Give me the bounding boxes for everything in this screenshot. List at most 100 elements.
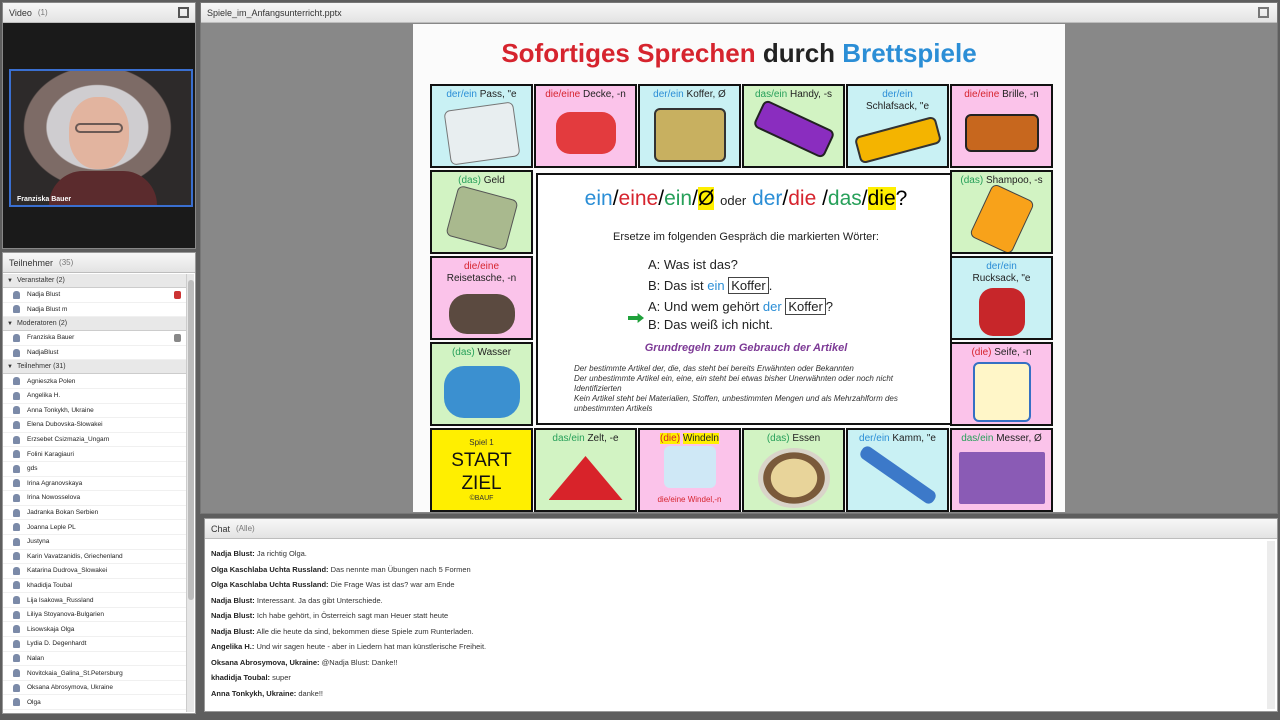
cell-noun: Reisetasche, -n bbox=[446, 273, 517, 284]
attendee-name: Jadranka Bokan Serbien bbox=[27, 509, 99, 517]
attendee-row[interactable]: Folini Karagiauri bbox=[3, 447, 187, 462]
cell-article: die/eine bbox=[463, 261, 500, 272]
attendee-name: Anna Tonkykh, Ukraine bbox=[27, 406, 94, 414]
rule-2: Der unbestimmte Artikel ein, eine, ein s… bbox=[574, 374, 893, 393]
fullscreen-icon[interactable] bbox=[178, 7, 189, 18]
attendee-row[interactable]: Katarina Dudrova_Slowakei bbox=[3, 564, 187, 579]
attendee-name: Agnieszka Polen bbox=[27, 377, 76, 385]
chat-sender: Nadja Blust: bbox=[211, 626, 255, 636]
chat-text: Die Frage Was ist das? war am Ende bbox=[330, 580, 455, 589]
attendee-list[interactable]: ▼ Veranstalter (2) Nadja Blust Nadja Blus… bbox=[3, 274, 187, 715]
attendees-pod-title: Teilnehmer (35) bbox=[3, 253, 195, 273]
header-ein: ein bbox=[584, 187, 613, 210]
cell-decke: die/eine Decke, -n bbox=[534, 84, 637, 168]
backpack-icon bbox=[978, 288, 1025, 336]
video-person-glasses bbox=[75, 123, 123, 133]
attendee-row[interactable]: Justyna bbox=[3, 535, 187, 550]
user-icon bbox=[13, 493, 20, 502]
attendee-name: Novitckaia_Galina_St.Petersburg bbox=[27, 669, 123, 677]
dialog-text: A: Und wem gehört bbox=[648, 299, 760, 314]
scrollbar-thumb[interactable] bbox=[188, 280, 194, 600]
cell-noun: Messer, Ø bbox=[996, 433, 1042, 444]
chat-text: Ich habe gehört, in Österreich sagt man … bbox=[256, 611, 449, 620]
shampoo-bottle-icon bbox=[968, 182, 1035, 252]
chat-sender: Nadja Blust: bbox=[211, 595, 255, 605]
attendee-row[interactable]: Karin Vavatzanidis, Griechenland bbox=[3, 550, 187, 565]
attendee-row[interactable]: Erzsebet Csizmazia_Ungarn bbox=[3, 433, 187, 448]
cell-pass: der/ein Pass, "e bbox=[430, 84, 533, 168]
user-icon bbox=[13, 683, 20, 692]
center-panel: ein/eine/ein/Ø oder der/die /das/die? Er… bbox=[536, 173, 952, 425]
attendee-name: Lydia D. Degenhardt bbox=[27, 640, 87, 648]
user-icon bbox=[13, 348, 20, 357]
cell-article: der/ein bbox=[986, 261, 1017, 272]
attendee-name: Nadja Blust bbox=[27, 291, 61, 299]
chat-sender: Anna Tonkykh, Ukraine: bbox=[211, 688, 297, 698]
group-label: Teilnehmer (31) bbox=[16, 363, 66, 371]
chat-sender: Nadja Blust: bbox=[211, 611, 255, 620]
user-icon bbox=[13, 581, 20, 590]
attendee-row[interactable]: Nadja Blust bbox=[3, 288, 187, 303]
collapse-triangle-icon[interactable]: ▼ bbox=[7, 364, 13, 370]
attendee-row[interactable]: NadjaBlust bbox=[3, 346, 187, 361]
chat-text: Und wir sagen heute - aber in Liedern ha… bbox=[256, 642, 487, 651]
microphone-icon bbox=[174, 333, 181, 342]
webcam-video[interactable]: Franziska Bauer bbox=[9, 69, 193, 207]
attendee-row[interactable]: Irina Agranovskaya bbox=[3, 477, 187, 492]
share-pod: Spiele_im_Anfangsunterricht.pptx Soforti… bbox=[200, 2, 1278, 514]
group-hosts[interactable]: ▼ Veranstalter (2) bbox=[3, 274, 187, 288]
cell-extra-note: die/eine Windel,-n bbox=[657, 495, 722, 504]
group-presenters[interactable]: ▼ Moderatoren (2) bbox=[3, 317, 187, 332]
attendee-row[interactable]: Jadranka Bokan Serbien bbox=[3, 506, 187, 521]
attendee-row[interactable]: Irina Nowosselova bbox=[3, 491, 187, 506]
green-arrow-icon bbox=[628, 313, 644, 323]
passport-icon bbox=[443, 101, 520, 166]
collapse-triangle-icon[interactable]: ▼ bbox=[7, 321, 13, 327]
video-person-face bbox=[69, 97, 129, 169]
group-participants[interactable]: ▼ Teilnehmer (31) bbox=[3, 360, 187, 375]
cell-noun: Schlafsack, "e bbox=[865, 101, 930, 112]
attendee-row[interactable]: Anna Tonkykh, Ukraine bbox=[3, 404, 187, 419]
attendee-row[interactable]: Lisowskaja Olga bbox=[3, 622, 187, 638]
travel-bag-icon bbox=[448, 294, 515, 334]
tent-icon bbox=[548, 456, 623, 500]
share-filename: Spiele_im_Anfangsunterricht.pptx bbox=[207, 7, 342, 18]
cell-article: (das) bbox=[458, 175, 481, 186]
attendee-scrollbar[interactable] bbox=[186, 274, 194, 712]
cell-article: die/eine bbox=[964, 89, 1000, 100]
attendee-row[interactable]: Joanna Leple PL bbox=[3, 520, 187, 535]
user-icon bbox=[13, 377, 20, 386]
attendee-name: Olga bbox=[27, 698, 41, 706]
attendee-row[interactable]: Liliya Stoyanova-Bulgarien bbox=[3, 608, 187, 623]
attendee-row[interactable]: khadidja Toubal bbox=[3, 579, 187, 594]
dialog-article: ein bbox=[707, 278, 725, 293]
restore-icon[interactable] bbox=[1258, 7, 1269, 18]
mobile-phone-icon bbox=[751, 98, 836, 160]
attendee-row[interactable]: Olga bbox=[3, 695, 187, 711]
diapers-icon bbox=[663, 446, 716, 488]
attendee-row[interactable]: Nadja Blust m bbox=[3, 303, 187, 318]
chat-scope[interactable]: (Alle) bbox=[236, 524, 255, 533]
attendee-row[interactable]: Franziska Bauer bbox=[3, 331, 187, 346]
attendee-name: Erzsebet Csizmazia_Ungarn bbox=[27, 436, 110, 444]
attendee-row[interactable]: Agnieszka Polen bbox=[3, 374, 187, 389]
chat-scrollbar[interactable] bbox=[1267, 541, 1275, 709]
video-count: (1) bbox=[37, 8, 48, 17]
attendee-row[interactable]: gds bbox=[3, 462, 187, 477]
cell-article: der/ein bbox=[446, 89, 477, 100]
cell-article: der/ein bbox=[859, 433, 890, 444]
cell-noun: Wasser bbox=[477, 347, 512, 358]
chat-text: Ja richtig Olga. bbox=[256, 549, 307, 558]
collapse-triangle-icon[interactable]: ▼ bbox=[7, 278, 13, 284]
attendee-row[interactable]: Lija Isakowa_Russland bbox=[3, 593, 187, 608]
attendee-row[interactable]: Elena Dubovska-Slowakei bbox=[3, 418, 187, 433]
title-part-red: Sofortiges Sprechen bbox=[501, 38, 756, 68]
attendee-row[interactable]: Oksana Abrosymova, Ukraine bbox=[3, 681, 187, 696]
user-icon bbox=[13, 435, 20, 444]
attendee-row[interactable]: Lydia D. Degenhardt bbox=[3, 637, 187, 652]
chat-messages: Nadja Blust: Ja richtig Olga. Olga Kaschl… bbox=[211, 549, 1261, 704]
attendee-row[interactable]: Angelika H. bbox=[3, 389, 187, 404]
header-ein-neuter: ein bbox=[664, 187, 693, 210]
attendee-row[interactable]: Nalan bbox=[3, 652, 187, 667]
attendee-row[interactable]: Novitckaia_Galina_St.Petersburg bbox=[3, 666, 187, 681]
